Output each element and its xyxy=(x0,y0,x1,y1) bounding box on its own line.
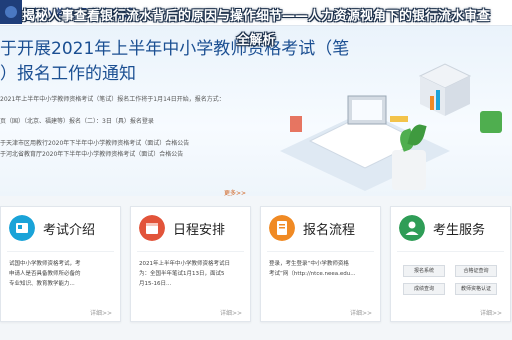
card-line: 试国中小学教师资格考试，考 xyxy=(9,261,81,267)
notice-list: 2021年上半年中小学教师资格考试（笔试）报名工作将于1月14日开始，报名方式：… xyxy=(0,94,250,160)
card-more-link[interactable]: 详细>> xyxy=(90,308,112,317)
card-body: 试国中小学教师资格考试，考 申请人是否具备教师所必备的 专业知识、教育教学能力.… xyxy=(9,259,115,289)
headline-line2: 全解析 xyxy=(236,33,276,48)
plant-illustration xyxy=(392,150,426,190)
card-registration-process[interactable]: 报名流程 登录，考生登录“中小学教师资格 考试”网（http://ntce.ne… xyxy=(260,206,381,322)
card-more-link[interactable]: 详细>> xyxy=(480,308,502,317)
card-title: 报名流程 xyxy=(303,223,356,238)
card-body: 2021年上半年中小学教师资格考试日 为：全国半年笔试1月13日，面试5 月15… xyxy=(139,259,245,289)
card-title: 考生服务 xyxy=(433,223,486,238)
document-icon xyxy=(269,215,295,241)
notice-link[interactable]: 于天津市区用教行2020年下半年中小学教师资格考试（面试）合格公告 xyxy=(0,138,250,149)
registration-system-button[interactable]: 报名系统 xyxy=(403,265,445,277)
card-schedule[interactable]: 日程安排 2021年上半年中小学教师资格考试日 为：全国半年笔试1月13日，面试… xyxy=(130,206,251,322)
card-body: 登录，考生登录“中小学教师资格 考试”网（http://ntce.neea.ed… xyxy=(269,259,375,289)
headline-line1: 揭秘人事查看银行流水背后的原因与操作细节——人力资源视角下的银行流水审查 xyxy=(21,9,490,24)
article-headline: 揭秘人事查看银行流水背后的原因与操作细节——人力资源视角下的银行流水审查 全解析 xyxy=(0,5,512,53)
card-candidate-services[interactable]: 考生服务 报名系统 合格证查询 成绩查询 教师资格认证 详细>> xyxy=(390,206,511,322)
office-illustration xyxy=(280,63,502,191)
card-more-link[interactable]: 详细>> xyxy=(350,308,372,317)
notice-line xyxy=(0,127,250,138)
calendar-icon xyxy=(139,215,165,241)
id-card-icon xyxy=(9,215,35,241)
score-query-button[interactable]: 成绩查询 xyxy=(403,283,445,295)
person-icon xyxy=(399,215,425,241)
card-line: 2021年上半年中小学教师资格考试日 xyxy=(139,261,230,267)
card-line: 申请人是否具备教师所必备的 xyxy=(9,271,81,277)
card-line xyxy=(269,279,375,289)
divider xyxy=(7,251,114,252)
card-title: 日程安排 xyxy=(173,223,226,238)
card-exam-intro[interactable]: 考试介绍 试国中小学教师资格考试，考 申请人是否具备教师所必备的 专业知识、教育… xyxy=(0,206,121,322)
card-line: 专业知识、教育教学能力... xyxy=(9,281,75,287)
service-cards: 考试介绍 试国中小学教师资格考试，考 申请人是否具备教师所必备的 专业知识、教育… xyxy=(0,206,512,340)
divider xyxy=(397,251,504,252)
notice-line: 2021年上半年中小学教师资格考试（笔试）报名工作将于1月14日开始，报名方式： xyxy=(0,96,225,103)
card-line: 登录，考生登录“中小学教师资格 xyxy=(269,261,349,267)
certificate-query-button[interactable]: 合格证查询 xyxy=(455,265,497,277)
card-line: 为：全国半年笔试1月13日，面试5 xyxy=(139,271,225,277)
divider xyxy=(267,251,374,252)
card-title: 考试介绍 xyxy=(43,223,96,238)
teacher-certification-button[interactable]: 教师资格认证 xyxy=(455,283,497,295)
divider xyxy=(137,251,244,252)
card-line: 考试”网（http://ntce.neea.edu... xyxy=(269,271,356,277)
card-more-link[interactable]: 详细>> xyxy=(220,308,242,317)
banner-more-link[interactable]: 更多>> xyxy=(224,188,246,196)
notice-line xyxy=(0,105,250,116)
notice-link[interactable]: 于河北省教育厅2020年下半年中小学教师资格考试（面试）合格公告 xyxy=(0,149,250,160)
notice-line: 页（国）（北京、福建等）报名（二）：3日（具）报名登录 xyxy=(0,118,154,125)
card-line: 月15-16日... xyxy=(139,281,172,287)
